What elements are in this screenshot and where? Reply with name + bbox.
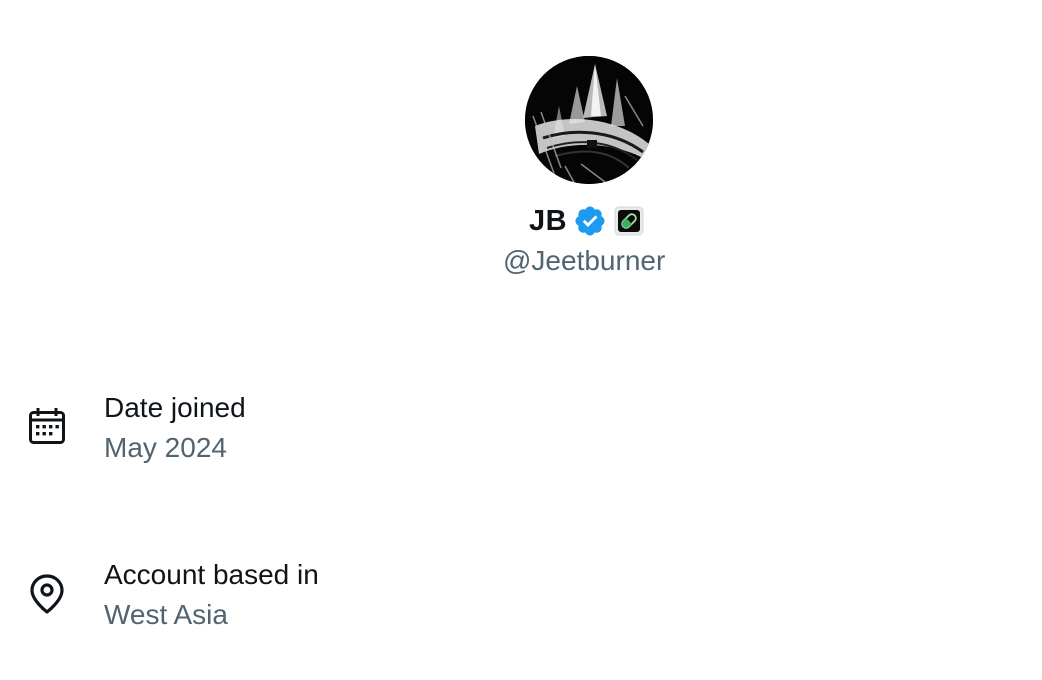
affiliate-badge-icon[interactable] [614,206,644,236]
display-name: JB [529,204,568,237]
date-joined-row: Date joined May 2024 [0,388,1042,468]
avatar-image [525,56,653,184]
date-joined-value: May 2024 [104,432,227,463]
date-joined-label: Date joined [104,392,246,423]
account-location-label: Account based in [104,559,319,590]
account-location-value: West Asia [104,599,228,630]
calendar-icon [28,406,66,446]
location-pin-icon [28,573,66,614]
profile-avatar[interactable] [525,56,653,184]
account-location-row: Account based in West Asia [0,557,1042,637]
name-row: JB [529,202,644,240]
verified-badge-icon[interactable] [573,204,607,238]
profile-handle: @Jeetburner [503,245,666,276]
